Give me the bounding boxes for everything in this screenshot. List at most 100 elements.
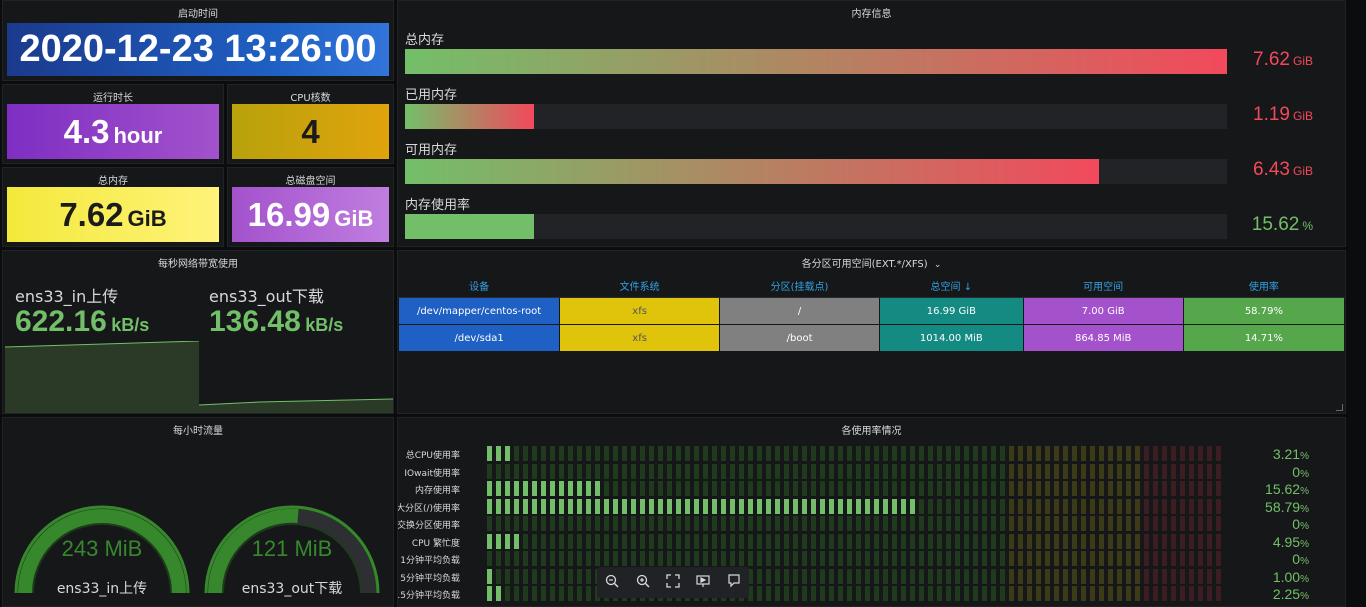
usage-row-label: IOwait使用率 xyxy=(404,468,460,479)
usage-cell xyxy=(1090,516,1095,531)
usage-cell xyxy=(1171,568,1176,584)
usage-cell xyxy=(1198,586,1203,601)
fit-icon[interactable] xyxy=(661,573,685,592)
usage-cell xyxy=(595,516,600,531)
usage-cell xyxy=(532,463,537,479)
resize-handle[interactable] xyxy=(1336,404,1343,411)
total-mem-unit: GiB xyxy=(127,205,167,231)
usage-cell xyxy=(1108,568,1113,584)
usage-cell xyxy=(748,533,753,549)
usage-cell xyxy=(793,498,798,514)
usage-cell xyxy=(604,533,609,549)
usage-cell xyxy=(595,446,600,461)
usage-cell xyxy=(865,568,870,584)
table-cell: xfs xyxy=(559,324,721,352)
usage-cell xyxy=(1171,516,1176,531)
usage-row-label: 内存使用率 xyxy=(414,486,460,496)
usage-cell xyxy=(901,481,906,496)
usage-cell xyxy=(685,533,690,549)
usage-cell xyxy=(910,481,915,496)
usage-cell xyxy=(1207,551,1212,566)
memory-row-label: 内存使用率 xyxy=(405,198,471,213)
usage-cell xyxy=(1153,446,1158,461)
table-row: /dev/mapper/centos-root xfs/16.99 GiB 7.00… xyxy=(398,297,1345,325)
usage-cell xyxy=(1009,551,1014,566)
usage-cell xyxy=(1081,568,1086,584)
usage-cell xyxy=(775,481,780,496)
usage-cell xyxy=(487,463,492,479)
usage-cell xyxy=(721,463,726,479)
usage-cell xyxy=(1099,498,1104,514)
usage-row: 总CPU使用率 3.21% xyxy=(398,446,1345,462)
usage-cell xyxy=(1027,568,1032,584)
usage-cell xyxy=(766,481,771,496)
usage-row-value: 0% xyxy=(1292,516,1309,532)
usage-cell xyxy=(901,568,906,584)
usage-cell xyxy=(991,551,996,566)
usage-cell xyxy=(532,498,537,514)
present-icon[interactable] xyxy=(691,574,715,592)
table-cell: / xyxy=(719,297,881,325)
usage-cell xyxy=(559,533,564,549)
usage-cell xyxy=(667,533,672,549)
usage-cell xyxy=(982,481,987,496)
usage-cell xyxy=(1144,498,1149,514)
usage-cell xyxy=(604,498,609,514)
usage-cell xyxy=(658,463,663,479)
zoom-in-icon[interactable] xyxy=(631,574,655,592)
usage-row-value: 4.95% xyxy=(1273,534,1309,550)
table-header[interactable]: 分区(挂载点) xyxy=(719,273,880,298)
usage-cell xyxy=(1126,551,1131,566)
usage-cell xyxy=(847,498,852,514)
total-mem-value: 7.62 xyxy=(59,195,124,233)
usage-cell xyxy=(622,463,627,479)
usage-cell xyxy=(550,446,555,461)
gauge-out xyxy=(204,505,380,593)
usage-cell xyxy=(1135,481,1140,496)
usage-cell xyxy=(730,516,735,531)
table-header[interactable]: 使用率 xyxy=(1183,273,1345,298)
usage-cell xyxy=(757,568,762,584)
usage-cell xyxy=(955,446,960,461)
usage-cell xyxy=(856,568,861,584)
usage-cell xyxy=(820,446,825,461)
usage-cell xyxy=(649,551,654,566)
usage-cell xyxy=(694,446,699,461)
panel-title: 运行时长 xyxy=(93,93,133,104)
table-header[interactable]: 总空间 ↓ xyxy=(879,273,1024,298)
usage-cell xyxy=(1090,481,1095,496)
gauge-in xyxy=(14,505,190,593)
usage-cell xyxy=(577,516,582,531)
usage-cell xyxy=(1009,586,1014,601)
usage-cell xyxy=(1054,446,1059,461)
usage-cell xyxy=(811,498,816,514)
usage-cell xyxy=(712,446,717,461)
usage-value-number: 0 xyxy=(1292,463,1301,480)
usage-cell xyxy=(496,463,501,479)
table-header[interactable]: 文件系统 xyxy=(559,273,720,298)
table-header[interactable]: 设备 xyxy=(398,273,560,298)
usage-cell xyxy=(847,446,852,461)
usage-cell xyxy=(1162,586,1167,601)
panel-title[interactable]: 各分区可用空间(EXT.*/XFS) ⌄ xyxy=(398,255,1345,270)
usage-cell xyxy=(523,463,528,479)
usage-cell xyxy=(748,446,753,461)
usage-cell xyxy=(1018,498,1023,514)
usage-cell xyxy=(1171,446,1176,461)
usage-cell xyxy=(955,516,960,531)
usage-cell xyxy=(820,586,825,601)
zoom-out-icon[interactable] xyxy=(600,574,624,592)
cpu-cores-value: 4 xyxy=(301,112,320,150)
usage-cell xyxy=(928,446,933,461)
comment-icon[interactable] xyxy=(722,573,746,592)
usage-cell xyxy=(919,463,924,479)
usage-cell xyxy=(541,446,546,461)
table-header[interactable]: 可用空间 xyxy=(1023,273,1184,298)
usage-cell xyxy=(838,481,843,496)
usage-row-value: 58.79% xyxy=(1265,499,1309,515)
usage-cell xyxy=(1072,568,1077,584)
usage-value-unit: % xyxy=(1300,521,1309,532)
usage-cell xyxy=(487,586,492,601)
usage-cell xyxy=(928,516,933,531)
usage-cell xyxy=(1027,498,1032,514)
